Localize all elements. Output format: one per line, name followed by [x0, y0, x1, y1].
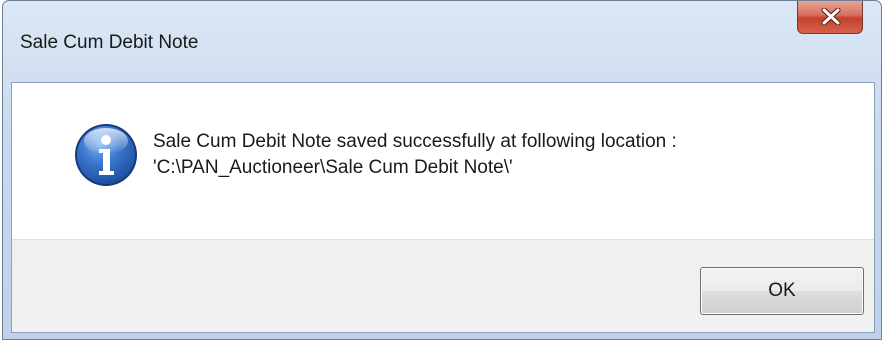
message-text: Sale Cum Debit Note saved successfully a… [153, 129, 677, 181]
message-dialog: Sale Cum Debit Note Sale Cum Debit Note … [2, 0, 882, 340]
close-icon [821, 8, 841, 25]
dialog-content: Sale Cum Debit Note saved successfully a… [11, 82, 875, 333]
close-button[interactable] [797, 1, 863, 34]
message-area: Sale Cum Debit Note saved successfully a… [12, 83, 874, 239]
message-line-2: 'C:\PAN_Auctioneer\Sale Cum Debit Note\' [153, 157, 513, 178]
button-bar: OK [12, 239, 874, 332]
message-line-1: Sale Cum Debit Note saved successfully a… [153, 131, 677, 152]
info-icon [75, 124, 137, 186]
window-title: Sale Cum Debit Note [20, 32, 199, 53]
title-bar[interactable]: Sale Cum Debit Note [3, 1, 881, 71]
ok-button[interactable]: OK [700, 267, 864, 315]
